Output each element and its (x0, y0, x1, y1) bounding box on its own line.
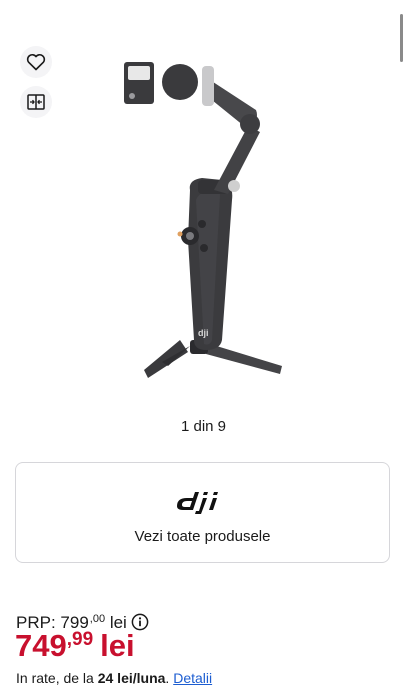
details-link[interactable]: Detalii (173, 670, 212, 686)
price-integer: 749 (15, 628, 67, 663)
installment-amount: 24 lei/luna (97, 670, 166, 686)
compare-icon (27, 94, 45, 110)
price-decimals: ,99 (66, 629, 94, 650)
brand-logo (176, 492, 218, 514)
installment-prefix: In rate, de la (16, 670, 94, 686)
gallery-counter: 1 din 9 (180, 418, 227, 435)
installment-suffix: . (165, 670, 170, 686)
handle-logo: dji (198, 328, 209, 338)
product-image[interactable]: dji (110, 40, 310, 400)
compare-button[interactable] (20, 86, 52, 118)
installment-info: In rate, de la 24 lei/luna. Detalii (16, 670, 212, 686)
view-all-products-link[interactable]: Vezi toate produsele (135, 528, 271, 545)
price-currency: lei (100, 628, 135, 663)
current-price: 749,99 lei (15, 628, 135, 664)
prp-decimals: ,00 (89, 613, 106, 625)
heart-icon (26, 53, 46, 71)
favorite-button[interactable] (20, 46, 52, 78)
scroll-indicator[interactable] (400, 14, 403, 62)
brand-card[interactable]: Vezi toate produsele (15, 462, 390, 563)
